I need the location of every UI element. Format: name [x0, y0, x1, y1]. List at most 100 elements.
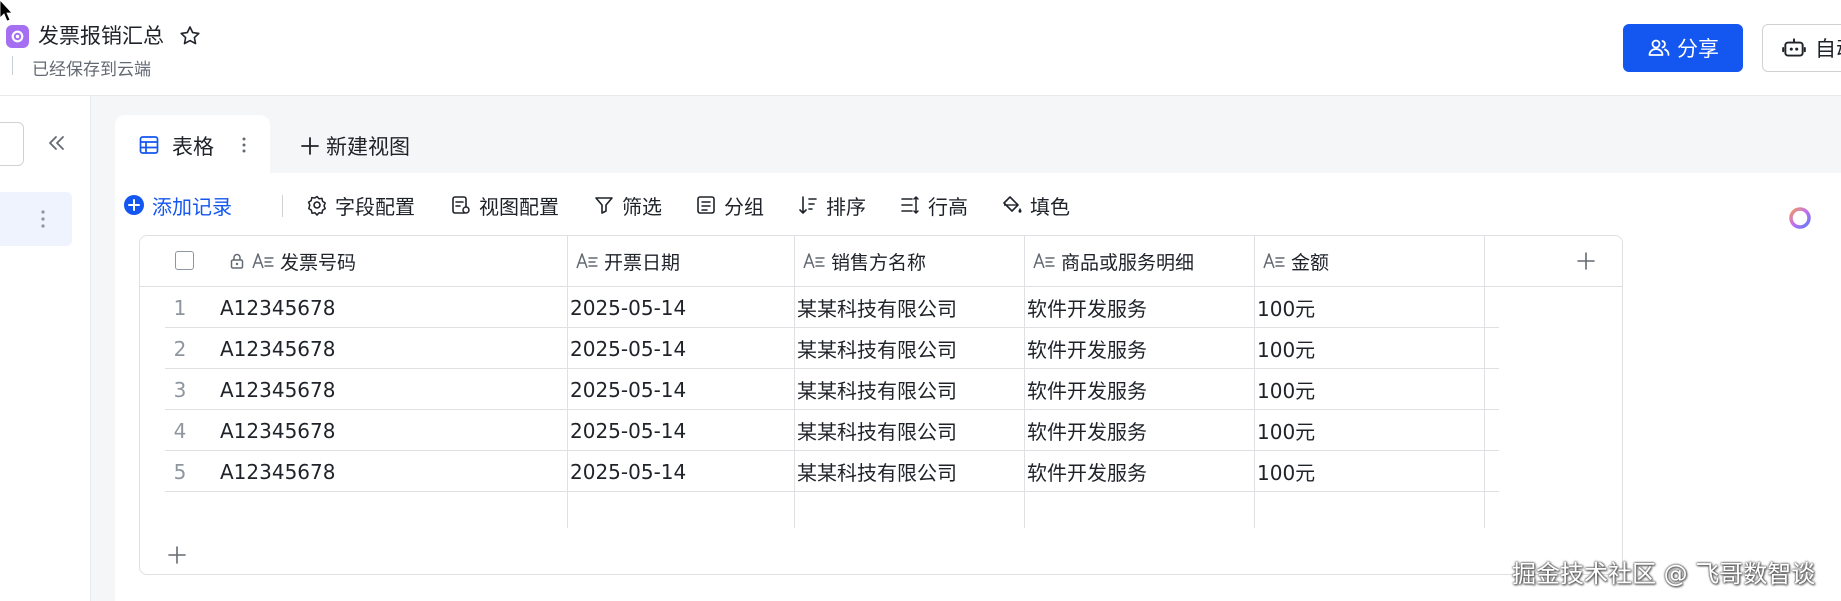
table-cell[interactable]: 2025-05-14 [570, 287, 686, 328]
paint-bucket-icon [1003, 196, 1022, 213]
table-cell[interactable]: 软件开发服务 [1027, 410, 1147, 451]
new-view-label: 新建视图 [326, 135, 410, 159]
add-record-button[interactable]: 添加记录 [123, 187, 232, 223]
table-cell[interactable]: 软件开发服务 [1027, 369, 1147, 410]
fill-color-button[interactable]: 填色 [1001, 187, 1070, 223]
toolbar-divider [282, 195, 283, 217]
table-cell[interactable]: A12345678 [220, 328, 335, 369]
column-header-1[interactable]: 发票号码 [220, 236, 568, 286]
column-header-label: 金额 [1291, 251, 1330, 274]
sort-icon [799, 196, 817, 214]
table-cell[interactable]: 2025-05-14 [570, 410, 686, 451]
column-header-2[interactable]: 开票日期 [568, 236, 795, 286]
row-height-icon [901, 196, 919, 214]
sidebar-item-active-table[interactable] [0, 192, 72, 246]
text-field-icon [252, 253, 274, 269]
tab-more-icon[interactable] [241, 135, 247, 155]
text-field-icon [576, 253, 598, 269]
tab-table-view[interactable]: 表格 [115, 115, 270, 173]
view-config-button[interactable]: 视图配置 [450, 187, 559, 223]
row-number: 2 [173, 336, 187, 361]
mouse-cursor-icon [0, 0, 12, 22]
robot-icon [1782, 38, 1806, 57]
text-field-icon [1033, 253, 1055, 269]
group-icon [697, 196, 715, 214]
column-header-label: 商品或服务明细 [1061, 251, 1195, 274]
select-all-checkbox[interactable] [175, 251, 194, 270]
table-cell[interactable]: 某某科技有限公司 [797, 287, 957, 328]
toolbar: 添加记录 字段配置 视图配置 筛选 分组 排序 行高 填色 [115, 187, 1841, 229]
sort-button[interactable]: 排序 [797, 187, 866, 223]
row-number: 3 [173, 377, 187, 402]
filter-button[interactable]: 筛选 [593, 187, 662, 223]
table-cell[interactable]: 100元 [1257, 369, 1315, 410]
table-row[interactable]: 3 A12345678 2025-05-14 某某科技有限公司 软件开发服务 100元 [140, 369, 1622, 410]
sort-label: 排序 [826, 194, 866, 219]
add-record-label: 添加记录 [152, 194, 232, 219]
row-number: 4 [173, 418, 187, 443]
column-header-label: 开票日期 [604, 251, 681, 274]
divider [12, 56, 13, 75]
users-icon [1648, 39, 1670, 56]
more-vertical-icon[interactable] [40, 207, 46, 231]
row-number: 1 [173, 295, 187, 320]
row-number: 5 [173, 459, 187, 484]
text-field-icon [803, 253, 825, 269]
collapse-sidebar-icon[interactable] [44, 131, 68, 155]
sidebar-search-input[interactable] [0, 122, 24, 166]
new-view-button[interactable]: 新建视图 [300, 131, 410, 161]
table-cell[interactable]: 某某科技有限公司 [797, 451, 957, 492]
table-header: 发票号码 开票日期 销售方名称 商品或服务明细 金额 [140, 236, 1622, 287]
table-cell[interactable]: 软件开发服务 [1027, 451, 1147, 492]
table-cell[interactable]: 2025-05-14 [570, 451, 686, 492]
table-cell[interactable]: 某某科技有限公司 [797, 328, 957, 369]
table-cell[interactable]: A12345678 [220, 287, 335, 328]
table-cell[interactable]: 100元 [1257, 328, 1315, 369]
add-row-icon[interactable] [166, 544, 188, 566]
table-cell[interactable]: A12345678 [220, 369, 335, 410]
automation-button[interactable]: 自动 [1762, 24, 1841, 72]
table-row[interactable]: 2 A12345678 2025-05-14 某某科技有限公司 软件开发服务 100元 [140, 328, 1622, 369]
column-header-3[interactable]: 销售方名称 [795, 236, 1025, 286]
table-cell[interactable]: 2025-05-14 [570, 328, 686, 369]
group-button[interactable]: 分组 [695, 187, 764, 223]
app-icon [6, 25, 29, 48]
add-column-icon[interactable] [1575, 250, 1597, 272]
column-header-5[interactable]: 金额 [1255, 236, 1485, 286]
row-height-label: 行高 [928, 194, 968, 219]
table-row[interactable]: 5 A12345678 2025-05-14 某某科技有限公司 软件开发服务 100元 [140, 451, 1622, 492]
table-cell[interactable]: A12345678 [220, 410, 335, 451]
top-bar: 发票报销汇总 已经保存到云端 分享 自动 [0, 0, 1841, 96]
table-cell[interactable]: 软件开发服务 [1027, 287, 1147, 328]
ai-assistant-icon[interactable] [1787, 205, 1813, 231]
table-content: 添加记录 字段配置 视图配置 筛选 分组 排序 行高 填色 发票号码 开票日期 … [115, 173, 1841, 601]
data-grid: 发票号码 开票日期 销售方名称 商品或服务明细 金额 1 A12345678 2025-05… [139, 235, 1623, 575]
table-cell[interactable]: 100元 [1257, 287, 1315, 328]
table-cell[interactable]: A12345678 [220, 451, 335, 492]
table-cell[interactable]: 100元 [1257, 451, 1315, 492]
table-cell[interactable]: 2025-05-14 [570, 369, 686, 410]
row-divider [165, 491, 1499, 492]
table-row[interactable]: 1 A12345678 2025-05-14 某某科技有限公司 软件开发服务 100元 [140, 287, 1622, 328]
table-cell[interactable]: 某某科技有限公司 [797, 369, 957, 410]
share-button[interactable]: 分享 [1623, 24, 1743, 72]
view-tabs: 表格 新建视图 [115, 115, 1841, 173]
save-status: 已经保存到云端 [32, 60, 151, 80]
group-label: 分组 [724, 194, 764, 219]
share-label: 分享 [1677, 37, 1719, 61]
column-header-label: 销售方名称 [831, 251, 927, 274]
table-cell[interactable]: 软件开发服务 [1027, 328, 1147, 369]
row-height-button[interactable]: 行高 [899, 187, 968, 223]
filter-label: 筛选 [622, 194, 662, 219]
star-icon[interactable] [178, 24, 202, 48]
document-title[interactable]: 发票报销汇总 [38, 20, 164, 50]
table-cell[interactable]: 100元 [1257, 410, 1315, 451]
column-header-4[interactable]: 商品或服务明细 [1025, 236, 1255, 286]
gear-icon [307, 195, 326, 216]
filter-icon [595, 197, 613, 214]
table-cell[interactable]: 某某科技有限公司 [797, 410, 957, 451]
lock-icon [230, 253, 244, 269]
table-row[interactable]: 4 A12345678 2025-05-14 某某科技有限公司 软件开发服务 100元 [140, 410, 1622, 451]
plus-circle-icon [124, 195, 144, 215]
field-config-button[interactable]: 字段配置 [306, 187, 415, 223]
